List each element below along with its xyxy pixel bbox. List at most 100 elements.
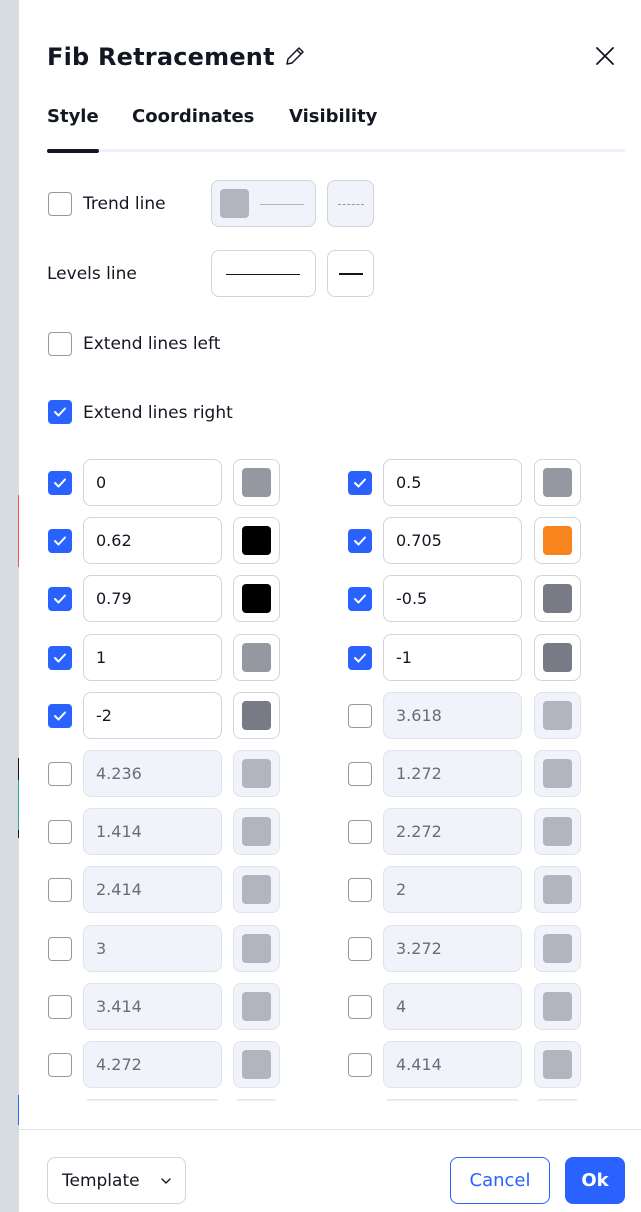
level-checkbox[interactable] [48, 646, 72, 670]
level-value-input[interactable]: 4 [383, 983, 522, 1030]
level-checkbox[interactable] [348, 587, 372, 611]
level-checkbox[interactable] [48, 471, 72, 495]
level-checkbox[interactable] [348, 937, 372, 961]
level-color-swatch [242, 1050, 271, 1079]
level-value-input[interactable]: -2 [83, 692, 222, 739]
level-value-input[interactable]: 3.414 [83, 983, 222, 1030]
level-color-button[interactable] [534, 692, 581, 739]
level-value-input[interactable]: 4.236 [83, 750, 222, 797]
level-value-input[interactable]: 0 [83, 459, 222, 506]
level-checkbox[interactable] [348, 646, 372, 670]
level-color-button[interactable] [233, 575, 280, 622]
level-value-input[interactable]: 2.272 [383, 808, 522, 855]
level-value-input[interactable]: 0.705 [383, 517, 522, 564]
level-color-button[interactable] [534, 983, 581, 1030]
level-value-input[interactable]: -0.5 [383, 575, 522, 622]
pencil-icon[interactable] [283, 44, 307, 68]
level-value-input[interactable]: 0.5 [383, 459, 522, 506]
level-color-button[interactable] [233, 750, 280, 797]
close-icon[interactable] [593, 44, 617, 68]
levels-line-style-button[interactable] [327, 250, 374, 297]
level-color-swatch [242, 817, 271, 846]
level-value-input[interactable]: 3.272 [383, 925, 522, 972]
level-color-button[interactable] [233, 866, 280, 913]
cancel-button[interactable]: Cancel [450, 1157, 550, 1204]
level-value-input[interactable]: 1.272 [383, 750, 522, 797]
level-checkbox[interactable] [348, 1053, 372, 1077]
level-checkbox[interactable] [348, 995, 372, 1019]
levels-line-color-button[interactable] [211, 250, 316, 297]
level-color-button[interactable] [233, 925, 280, 972]
level-color-button[interactable] [534, 575, 581, 622]
level-color-button[interactable] [233, 808, 280, 855]
level-checkbox[interactable] [348, 529, 372, 553]
level-checkbox[interactable] [48, 762, 72, 786]
level-checkbox[interactable] [48, 1053, 72, 1077]
level-color-swatch [242, 643, 271, 672]
level-color-button[interactable] [233, 983, 280, 1030]
level-color-swatch [543, 992, 572, 1021]
checkmark-icon [54, 594, 66, 604]
level-checkbox[interactable] [348, 762, 372, 786]
tab-style[interactable]: Style [47, 106, 99, 127]
level-color-button[interactable] [534, 1041, 581, 1088]
level-checkbox[interactable] [348, 878, 372, 902]
level-value-input[interactable]: 4.272 [83, 1041, 222, 1088]
level-value-input[interactable]: 3.618 [383, 692, 522, 739]
extend-right-checkbox[interactable] [48, 400, 72, 424]
level-value-input[interactable]: 2.414 [83, 866, 222, 913]
extend-left-label: Extend lines left [83, 334, 221, 354]
level-value-input[interactable]: 3 [83, 925, 222, 972]
level-checkbox[interactable] [348, 820, 372, 844]
dialog-title: Fib Retracement [47, 43, 275, 71]
template-label: Template [62, 1171, 140, 1191]
level-color-button[interactable] [534, 634, 581, 681]
level-color-button[interactable] [534, 866, 581, 913]
checkmark-icon [354, 536, 366, 546]
ok-button[interactable]: Ok [565, 1157, 625, 1204]
level-checkbox[interactable] [48, 995, 72, 1019]
trend-line-color-button[interactable] [211, 180, 316, 227]
level-checkbox[interactable] [48, 587, 72, 611]
levels-line-preview [226, 274, 300, 275]
level-value-input[interactable]: 0.79 [83, 575, 222, 622]
trend-line-style-button[interactable] [327, 180, 374, 227]
level-color-button[interactable] [534, 517, 581, 564]
level-color-swatch [543, 817, 572, 846]
level-checkbox[interactable] [348, 704, 372, 728]
level-value-input[interactable]: 0.62 [83, 517, 222, 564]
level-color-button[interactable] [534, 750, 581, 797]
level-color-button[interactable] [534, 808, 581, 855]
level-value-input[interactable]: 1 [83, 634, 222, 681]
trend-line-color-swatch [220, 189, 249, 218]
level-color-button[interactable] [534, 459, 581, 506]
extend-left-checkbox[interactable] [48, 332, 72, 356]
checkmark-icon [354, 594, 366, 604]
level-color-button[interactable] [534, 925, 581, 972]
level-checkbox[interactable] [348, 471, 372, 495]
level-color-swatch [242, 701, 271, 730]
level-color-button[interactable] [233, 692, 280, 739]
level-color-swatch [242, 468, 271, 497]
level-value-input[interactable]: 1.414 [83, 808, 222, 855]
level-checkbox[interactable] [48, 937, 72, 961]
level-checkbox[interactable] [48, 704, 72, 728]
level-color-button[interactable] [233, 634, 280, 681]
trend-line-checkbox[interactable] [48, 192, 72, 216]
level-color-swatch [543, 934, 572, 963]
template-dropdown[interactable]: Template [47, 1157, 186, 1204]
level-color-button[interactable] [233, 459, 280, 506]
tab-coordinates[interactable]: Coordinates [132, 106, 254, 127]
level-value-input[interactable]: -1 [383, 634, 522, 681]
tab-visibility[interactable]: Visibility [289, 106, 377, 127]
solid-line-icon [339, 273, 363, 275]
level-color-button[interactable] [233, 1041, 280, 1088]
level-value-input[interactable]: 2 [383, 866, 522, 913]
level-value-input[interactable]: 4.414 [383, 1041, 522, 1088]
level-color-swatch [543, 468, 572, 497]
level-color-button[interactable] [233, 517, 280, 564]
checkmark-icon [54, 711, 66, 721]
level-checkbox[interactable] [48, 529, 72, 553]
level-checkbox[interactable] [48, 878, 72, 902]
level-checkbox[interactable] [48, 820, 72, 844]
